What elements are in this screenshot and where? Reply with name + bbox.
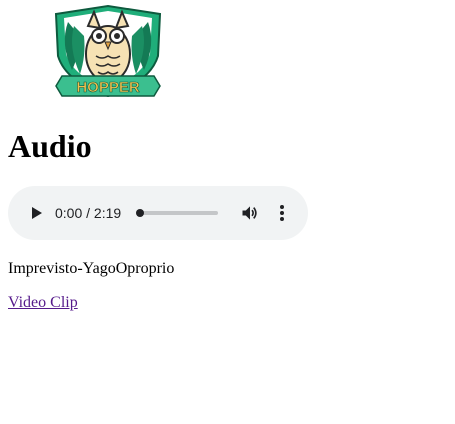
page-heading: Audio	[8, 128, 92, 164]
audio-player[interactable]: 0:00 / 2:19	[8, 186, 308, 240]
volume-icon	[242, 206, 257, 220]
hopper-logo: HOPPER	[50, 4, 166, 100]
progress-thumb[interactable]	[136, 209, 144, 217]
owl-shield-logo-image: HOPPER	[54, 4, 162, 98]
volume-button[interactable]	[240, 203, 260, 223]
more-vert-icon	[280, 205, 284, 221]
play-icon	[32, 207, 42, 219]
progress-slider[interactable]	[137, 211, 218, 215]
video-clip-link[interactable]: Video Clip	[8, 294, 78, 312]
logo-text: HOPPER	[76, 79, 140, 96]
more-options-button[interactable]	[272, 203, 292, 223]
track-title: Imprevisto-YagoOproprio	[8, 260, 175, 277]
play-button[interactable]	[26, 203, 46, 223]
time-display: 0:00 / 2:19	[55, 205, 122, 221]
